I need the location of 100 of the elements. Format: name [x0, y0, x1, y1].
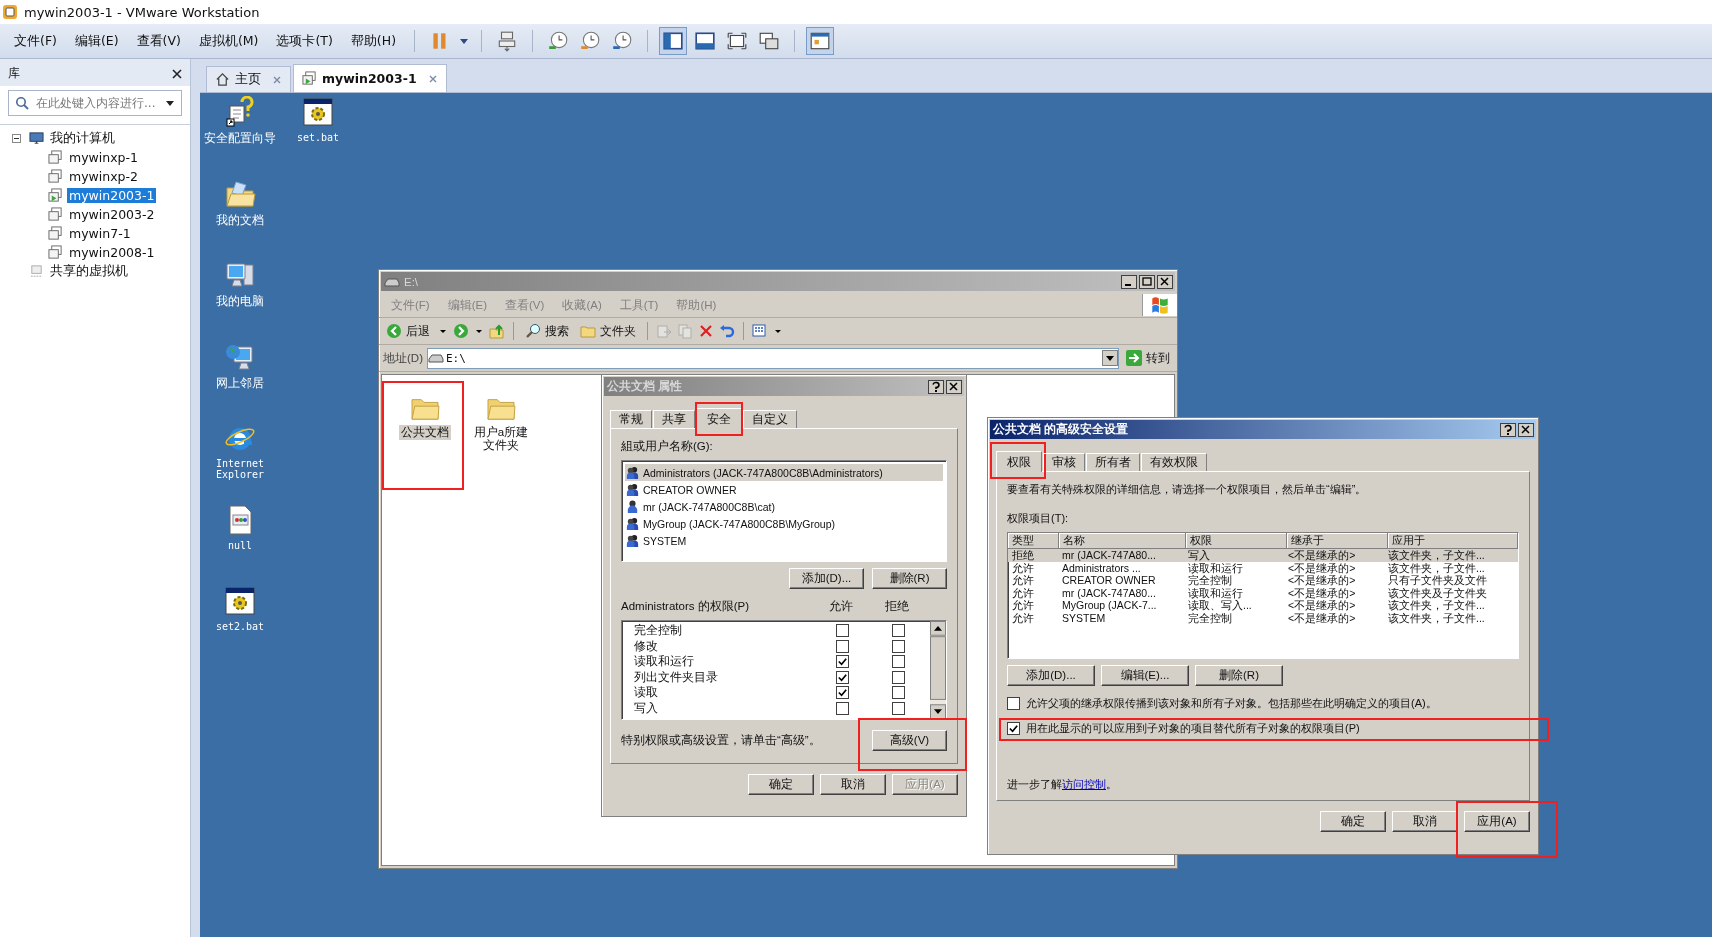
- table-row[interactable]: 允许 SYSTEM 完全控制 <不是继承的> 该文件夹，子文件...: [1008, 611, 1518, 624]
- search-field[interactable]: 在此处键入内容进行...: [8, 90, 182, 116]
- computer-icon: [29, 131, 44, 146]
- menu-item[interactable]: 选项卡(T): [270, 30, 339, 52]
- gear-window-icon[interactable]: [224, 585, 256, 617]
- close-icon[interactable]: [1518, 422, 1534, 437]
- help-icon[interactable]: [1500, 422, 1516, 437]
- help-link[interactable]: 访问控制: [1062, 778, 1106, 790]
- go-button[interactable]: 转到: [1123, 349, 1173, 367]
- folder-item[interactable]: 公共文档: [390, 395, 460, 440]
- tree-item[interactable]: 共享的虚拟机: [48, 263, 130, 280]
- tree-item[interactable]: mywin2003-1: [67, 188, 157, 203]
- tab[interactable]: 常规: [610, 410, 652, 428]
- views-icon[interactable]: [752, 323, 768, 339]
- checkbox[interactable]: [835, 655, 849, 669]
- folder-up-icon[interactable]: [489, 323, 505, 339]
- checkbox[interactable]: [835, 701, 849, 715]
- list-item[interactable]: mr (JACK-747A800C8B\cat): [625, 498, 943, 515]
- column-header[interactable]: 继承于: [1287, 533, 1388, 549]
- checkbox[interactable]: [891, 655, 905, 669]
- remove-button[interactable]: 删除(R): [872, 568, 947, 589]
- address-field[interactable]: E:\: [426, 347, 1119, 369]
- undo-icon[interactable]: [719, 323, 735, 339]
- sidebar-view-icon[interactable]: [660, 28, 686, 54]
- list-item[interactable]: MyGroup (JACK-747A800C8B\MyGroup): [625, 515, 943, 532]
- column-header[interactable]: 权限: [1186, 533, 1287, 549]
- permission-name: 完全控制: [634, 623, 683, 639]
- gear-window-icon[interactable]: [302, 96, 334, 128]
- checkbox[interactable]: [835, 624, 849, 638]
- checkbox[interactable]: [835, 686, 849, 700]
- instruction-text: 要查看有关特殊权限的详细信息，请选择一个权限项目，然后单击“编辑”。: [1007, 482, 1368, 497]
- menu-item[interactable]: 文件(F): [8, 30, 63, 52]
- tree-item[interactable]: mywinxp-2: [67, 169, 140, 184]
- menu-item[interactable]: 编辑(E): [68, 30, 125, 52]
- tree-item[interactable]: mywinxp-1: [67, 150, 140, 165]
- tab[interactable]: 审核: [1043, 453, 1085, 471]
- tree-item[interactable]: mywin7-1: [67, 226, 133, 241]
- checkbox[interactable]: [891, 624, 905, 638]
- list-item[interactable]: SYSTEM: [625, 532, 943, 549]
- tab[interactable]: 有效权限: [1141, 453, 1207, 471]
- action-button[interactable]: 删除(R): [1195, 665, 1283, 686]
- icon-label: 我的电脑: [216, 295, 264, 309]
- table-row[interactable]: 允许 MyGroup (JACK-7... 读取、写入... <不是继承的> 该文件夹，子文件...: [1008, 599, 1518, 612]
- tree-item[interactable]: mywin2008-1: [67, 245, 157, 260]
- table-row[interactable]: 允许 Administrators ... 读取和运行 <不是继承的> 该文件夹，子文件...: [1008, 561, 1518, 574]
- tree-item[interactable]: mywin2003-2: [67, 207, 157, 222]
- dialog-button[interactable]: 取消: [1392, 811, 1458, 832]
- column-header[interactable]: 名称: [1059, 533, 1186, 549]
- dialog-button[interactable]: 确定: [1320, 811, 1386, 832]
- close-icon[interactable]: [172, 68, 182, 79]
- menu-item[interactable]: 虚拟机(M): [192, 30, 265, 52]
- dialog-button[interactable]: 确定: [748, 774, 814, 795]
- tab[interactable]: mywin2003-1: [293, 64, 447, 92]
- advanced-button[interactable]: 高级(V): [872, 730, 947, 751]
- field-label: 地址(D): [383, 350, 423, 366]
- column-header[interactable]: 应用于: [1388, 533, 1518, 549]
- field-label: Administrators 的权限(P): [621, 599, 751, 614]
- list-item[interactable]: CREATOR OWNER: [625, 481, 943, 498]
- checkbox[interactable]: [891, 670, 905, 684]
- menu-item[interactable]: 帮助(H): [344, 30, 402, 52]
- add-button[interactable]: 添加(D)...: [789, 568, 864, 589]
- list-item[interactable]: Administrators (JACK-747A800C8B\Administrators): [625, 464, 943, 481]
- dropdown-icon[interactable]: [1102, 350, 1118, 366]
- table-row[interactable]: 允许 CREATOR OWNER 完全控制 <不是继承的> 只有子文件夹及文件: [1008, 574, 1518, 587]
- folders-button[interactable]: 文件夹: [577, 322, 639, 340]
- menu-item[interactable]: 查看(V): [130, 30, 187, 52]
- thumbnail-icon[interactable]: [807, 28, 833, 54]
- caret-icon[interactable]: [459, 36, 469, 46]
- folder-item[interactable]: 用户a所建文件夹: [466, 395, 536, 453]
- back-button[interactable]: 后退: [383, 322, 433, 340]
- scrollbar[interactable]: [930, 621, 946, 719]
- dialog-button[interactable]: 应用(A): [1464, 811, 1530, 832]
- column-header[interactable]: 类型: [1008, 533, 1059, 549]
- caret-icon[interactable]: [165, 98, 175, 108]
- checkbox[interactable]: [891, 701, 905, 715]
- icon-label: 网上邻居: [216, 376, 264, 390]
- checkbox[interactable]: [891, 639, 905, 653]
- dialog-button[interactable]: 取消: [820, 774, 886, 795]
- icon-label: set2.bat: [215, 621, 265, 632]
- checkbox[interactable]: [891, 686, 905, 700]
- action-button[interactable]: 添加(D)...: [1007, 665, 1095, 686]
- permission-name: 列出文件夹目录: [634, 669, 719, 685]
- tab[interactable]: 权限: [996, 451, 1042, 472]
- delete-icon[interactable]: [698, 323, 714, 339]
- expander-icon[interactable]: [12, 134, 21, 143]
- checkbox[interactable]: [835, 639, 849, 653]
- tree-item[interactable]: 我的计算机: [48, 130, 117, 147]
- checkbox[interactable]: [835, 670, 849, 684]
- tab[interactable]: 主页: [206, 66, 291, 92]
- tab[interactable]: 所有者: [1086, 453, 1140, 471]
- tab[interactable]: 自定义: [743, 410, 797, 428]
- checkbox[interactable]: [1007, 697, 1020, 710]
- table-row[interactable]: 拒绝 mr (JACK-747A80... 写入 <不是继承的> 该文件夹，子文件...: [1008, 549, 1518, 562]
- search-button[interactable]: 搜索: [522, 322, 572, 340]
- checkbox[interactable]: [1007, 722, 1020, 735]
- users-icon: [625, 533, 640, 548]
- wizard-icon[interactable]: [224, 96, 256, 128]
- action-button[interactable]: 编辑(E)...: [1101, 665, 1189, 686]
- table-row[interactable]: 允许 mr (JACK-747A80... 读取和运行 <不是继承的> 该文件夹及子文件夹: [1008, 586, 1518, 599]
- tab[interactable]: 共享: [653, 410, 695, 428]
